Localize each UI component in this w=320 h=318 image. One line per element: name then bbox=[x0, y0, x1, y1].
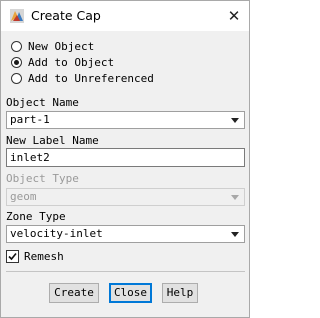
chevron-down-icon bbox=[231, 232, 239, 237]
chevron-down-icon bbox=[231, 195, 239, 200]
radio-new-object[interactable]: New Object bbox=[11, 39, 94, 53]
remesh-checkbox[interactable] bbox=[6, 249, 19, 263]
object-name-label: Object Name bbox=[6, 96, 79, 109]
radio-button[interactable] bbox=[11, 72, 22, 84]
dialog-body: New Object Add to Object Add to Unrefere… bbox=[1, 31, 249, 317]
remesh-label: Remesh bbox=[24, 249, 64, 263]
radio-button[interactable] bbox=[11, 56, 22, 68]
title-bar[interactable]: Create Cap ✕ bbox=[1, 1, 249, 31]
create-cap-dialog: Create Cap ✕ New Object Add to Object Ad… bbox=[0, 0, 250, 318]
object-type-value: geom bbox=[10, 190, 37, 203]
radio-label: Add to Object bbox=[28, 55, 115, 69]
checkmark-icon bbox=[8, 252, 17, 260]
divider bbox=[6, 271, 245, 272]
radio-button[interactable] bbox=[11, 40, 22, 52]
zone-type-label: Zone Type bbox=[6, 210, 66, 223]
help-button[interactable]: Help bbox=[162, 283, 198, 303]
close-icon[interactable]: ✕ bbox=[225, 7, 243, 25]
remesh-option[interactable]: Remesh bbox=[6, 249, 64, 263]
radio-add-to-unreferenced[interactable]: Add to Unreferenced bbox=[11, 71, 154, 85]
zone-type-dropdown[interactable]: velocity-inlet bbox=[6, 225, 245, 243]
radio-add-to-object[interactable]: Add to Object bbox=[11, 55, 114, 69]
new-label-name-label: New Label Name bbox=[6, 134, 99, 147]
radio-label: New Object bbox=[28, 39, 95, 53]
zone-type-value: velocity-inlet bbox=[10, 227, 103, 240]
close-button[interactable]: Close bbox=[109, 283, 152, 303]
chevron-down-icon bbox=[231, 118, 239, 123]
object-type-label: Object Type bbox=[6, 172, 79, 185]
window-title: Create Cap bbox=[31, 8, 101, 23]
object-name-value: part-1 bbox=[10, 113, 50, 126]
app-icon bbox=[10, 9, 24, 23]
new-label-name-input[interactable]: inlet2 bbox=[6, 148, 245, 167]
create-button[interactable]: Create bbox=[49, 283, 99, 303]
object-name-dropdown[interactable]: part-1 bbox=[6, 111, 245, 129]
radio-label: Add to Unreferenced bbox=[28, 71, 154, 85]
object-type-dropdown: geom bbox=[6, 188, 245, 206]
